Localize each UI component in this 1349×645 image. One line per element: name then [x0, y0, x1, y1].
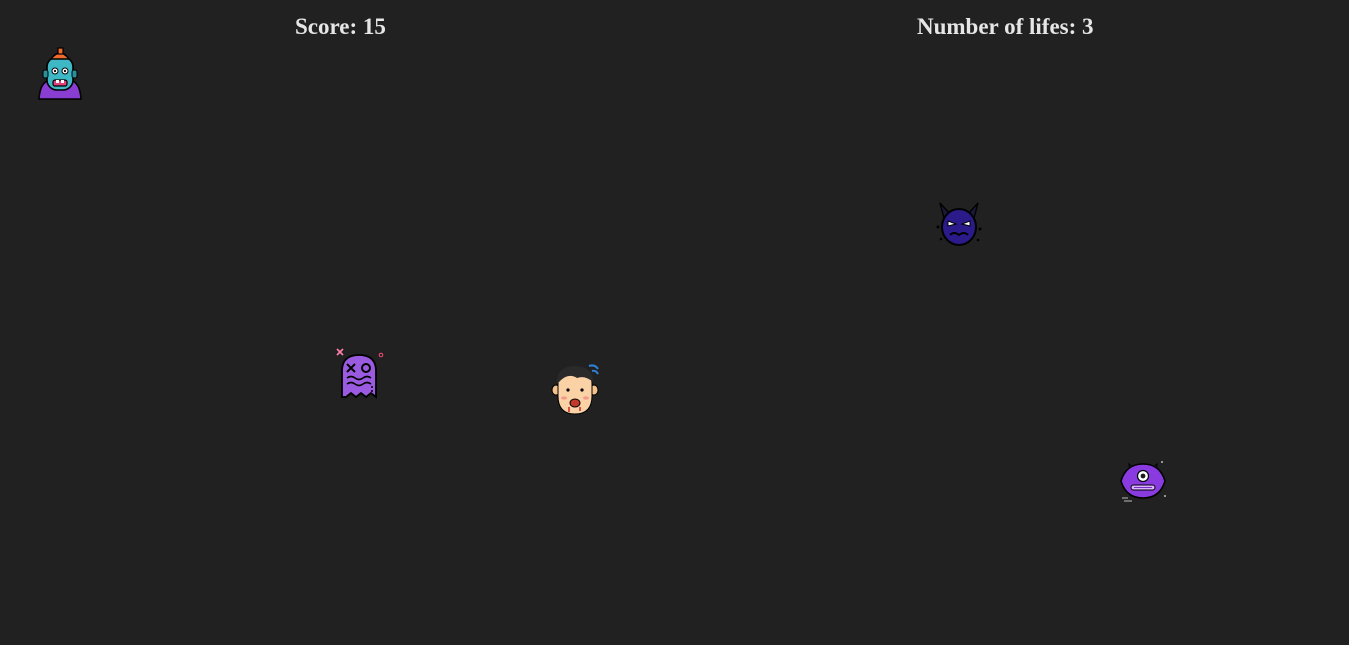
score-label: Score:: [295, 14, 358, 39]
zombie-monster-icon: [38, 47, 82, 100]
player-face-icon: [551, 364, 599, 415]
cyclops-monster-icon: [1120, 461, 1166, 502]
lives-display: Number of lifes: 3: [917, 13, 1094, 41]
lives-value: 3: [1082, 14, 1094, 39]
score-value: 15: [362, 14, 386, 39]
ghost-monster[interactable]: [334, 347, 386, 401]
cyclops-monster[interactable]: [1118, 456, 1168, 504]
game-canvas[interactable]: Score: 15 Number of lifes: 3: [0, 0, 1349, 645]
devil-monster[interactable]: [934, 199, 984, 249]
lives-label: Number of lifes:: [917, 14, 1077, 39]
zombie-monster[interactable]: [36, 46, 84, 100]
player-character[interactable]: [549, 362, 603, 418]
dead-ghost-monster-icon: [336, 348, 384, 399]
devil-mask-monster-icon: [936, 202, 982, 246]
score-display: Score: 15: [295, 13, 386, 41]
